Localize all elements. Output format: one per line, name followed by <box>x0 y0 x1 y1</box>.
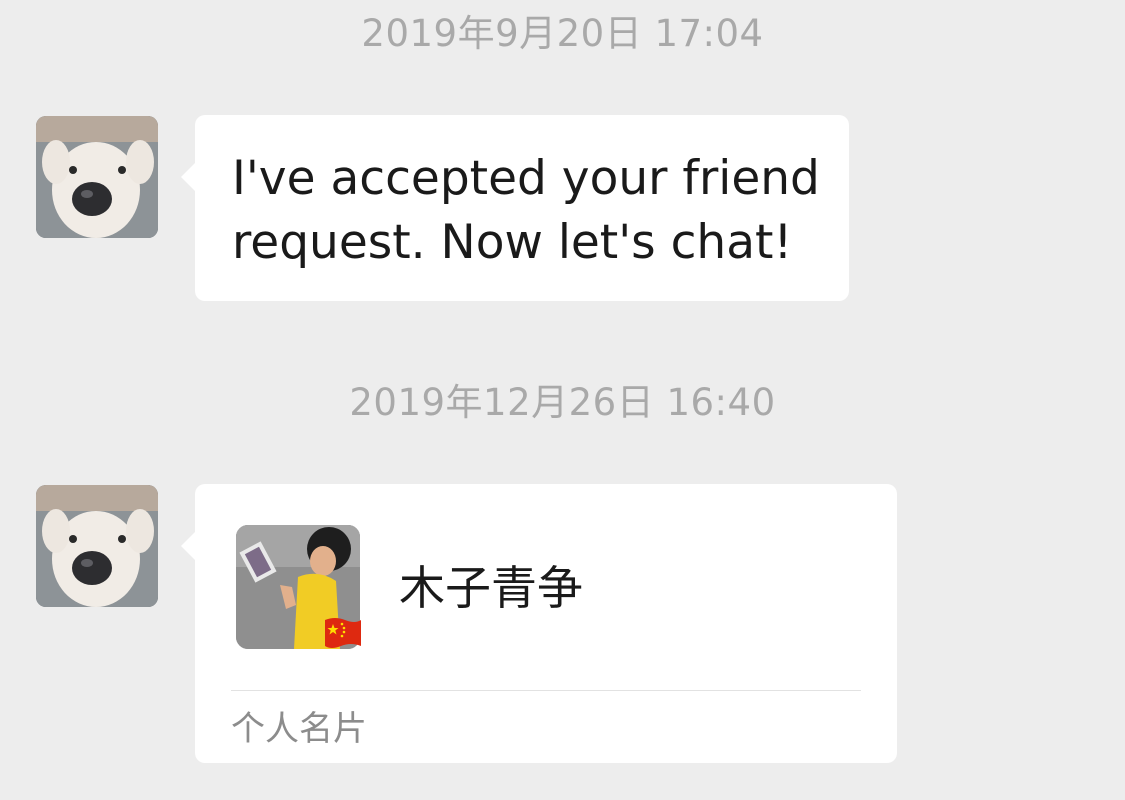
contact-name: 木子青争 <box>399 561 583 615</box>
message-timestamp: 2019年9月20日 17:04 <box>361 12 764 55</box>
white-dog-avatar-icon <box>36 116 158 238</box>
text-message-bubble[interactable]: I've accepted your friend request. Now l… <box>181 115 849 301</box>
contact-card-label: 个人名片 <box>231 709 367 749</box>
china-flag-icon <box>325 618 361 648</box>
sender-avatar[interactable] <box>36 485 158 607</box>
message-timestamp: 2019年12月26日 16:40 <box>349 381 776 424</box>
card-divider <box>231 690 861 691</box>
contact-card-bubble[interactable]: 木子青争 个人名片 <box>181 484 897 763</box>
white-dog-avatar-icon <box>36 485 158 607</box>
message-text: I've accepted your friend request. Now l… <box>232 151 820 270</box>
sender-avatar[interactable] <box>36 116 158 238</box>
